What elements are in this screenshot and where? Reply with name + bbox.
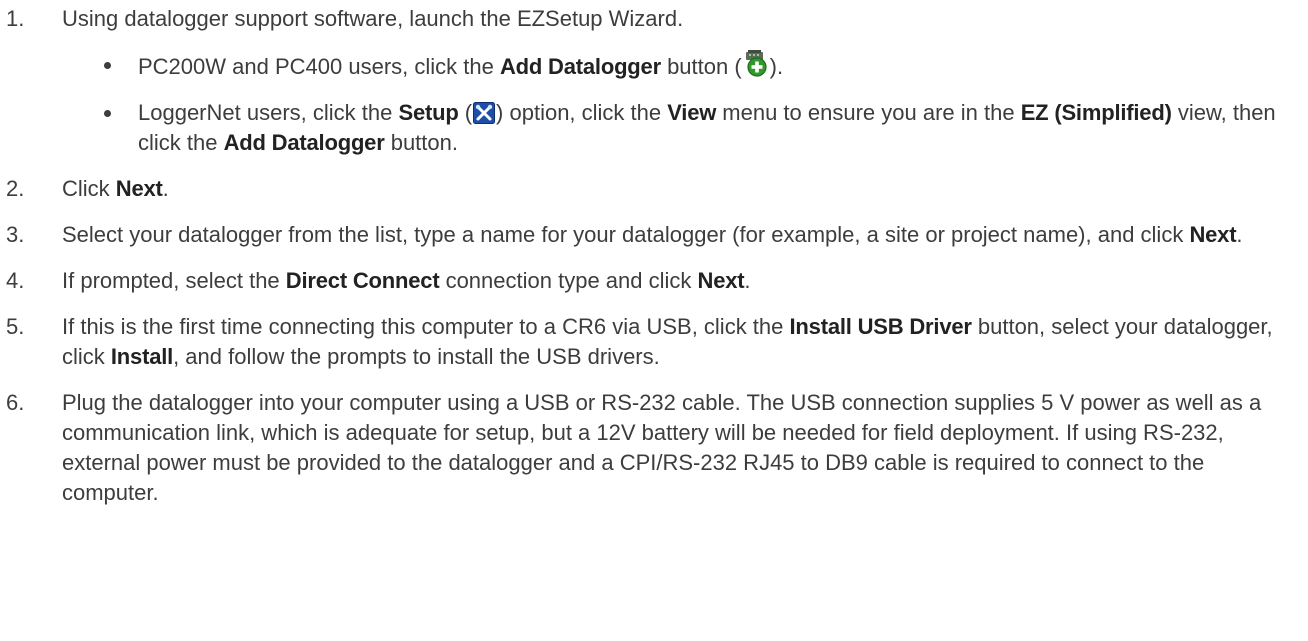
step-number: 2.	[6, 176, 25, 201]
step-2: 2. Click Next.	[0, 174, 1308, 204]
ui-term-install-usb-driver: Install USB Driver	[789, 314, 972, 339]
bullet-icon	[104, 110, 111, 117]
step-3: 3. Select your datalogger from the list,…	[0, 220, 1308, 250]
step-1: 1. Using datalogger support software, la…	[0, 4, 1308, 158]
step-1-sub-list: PC200W and PC400 users, click the Add Da…	[62, 50, 1298, 158]
ui-term-next: Next	[1189, 222, 1237, 247]
ui-term-view: View	[667, 100, 717, 125]
add-datalogger-icon	[743, 50, 769, 78]
step-number: 5.	[6, 314, 25, 339]
sub-step-text: button.	[384, 130, 458, 155]
ui-term-setup: Setup	[398, 100, 459, 125]
step-text: .	[744, 268, 751, 293]
step-text: If prompted, select the	[62, 268, 286, 293]
step-number: 6.	[6, 390, 25, 415]
sub-step-text: LoggerNet users, click the	[138, 100, 399, 125]
step-text: Using datalogger support software, launc…	[62, 6, 684, 31]
step-5: 5. If this is the first time connecting …	[0, 312, 1308, 372]
sub-step-loggernet: LoggerNet users, click the Setup ( ) opt…	[62, 98, 1298, 158]
sub-step-pc200w: PC200W and PC400 users, click the Add Da…	[62, 50, 1298, 82]
step-4: 4. If prompted, select the Direct Connec…	[0, 266, 1308, 296]
sub-step-text: (	[458, 100, 473, 125]
step-text: , and follow the prompts to install the …	[173, 344, 660, 369]
setup-icon	[473, 102, 496, 124]
ui-term-direct-connect: Direct Connect	[285, 268, 440, 293]
step-text: .	[1236, 222, 1243, 247]
bullet-icon	[104, 62, 111, 69]
ui-term-next: Next	[115, 176, 163, 201]
sub-step-text: ).	[769, 54, 784, 79]
instruction-document: 1. Using datalogger support software, la…	[0, 4, 1308, 524]
ui-term-install: Install	[110, 344, 174, 369]
step-number: 1.	[6, 6, 25, 31]
step-number: 3.	[6, 222, 25, 247]
ui-term-next: Next	[697, 268, 745, 293]
sub-step-text: button (	[660, 54, 742, 79]
ui-term-add-datalogger: Add Datalogger	[499, 54, 661, 79]
step-text: .	[162, 176, 169, 201]
step-text: If this is the first time connecting thi…	[62, 314, 790, 339]
step-text: Click	[62, 176, 116, 201]
step-6: 6. Plug the datalogger into your compute…	[0, 388, 1308, 508]
step-text: Select your datalogger from the list, ty…	[62, 222, 1190, 247]
step-text: Plug the datalogger into your computer u…	[62, 390, 1262, 505]
ui-term-add-datalogger: Add Datalogger	[223, 130, 385, 155]
sub-step-text: ) option, click the	[496, 100, 668, 125]
sub-step-text: PC200W and PC400 users, click the	[138, 54, 500, 79]
sub-step-text: menu to ensure you are in the	[716, 100, 1021, 125]
step-text: connection type and click	[439, 268, 698, 293]
step-number: 4.	[6, 268, 25, 293]
ui-term-ez-simplified: EZ (Simplified)	[1020, 100, 1172, 125]
